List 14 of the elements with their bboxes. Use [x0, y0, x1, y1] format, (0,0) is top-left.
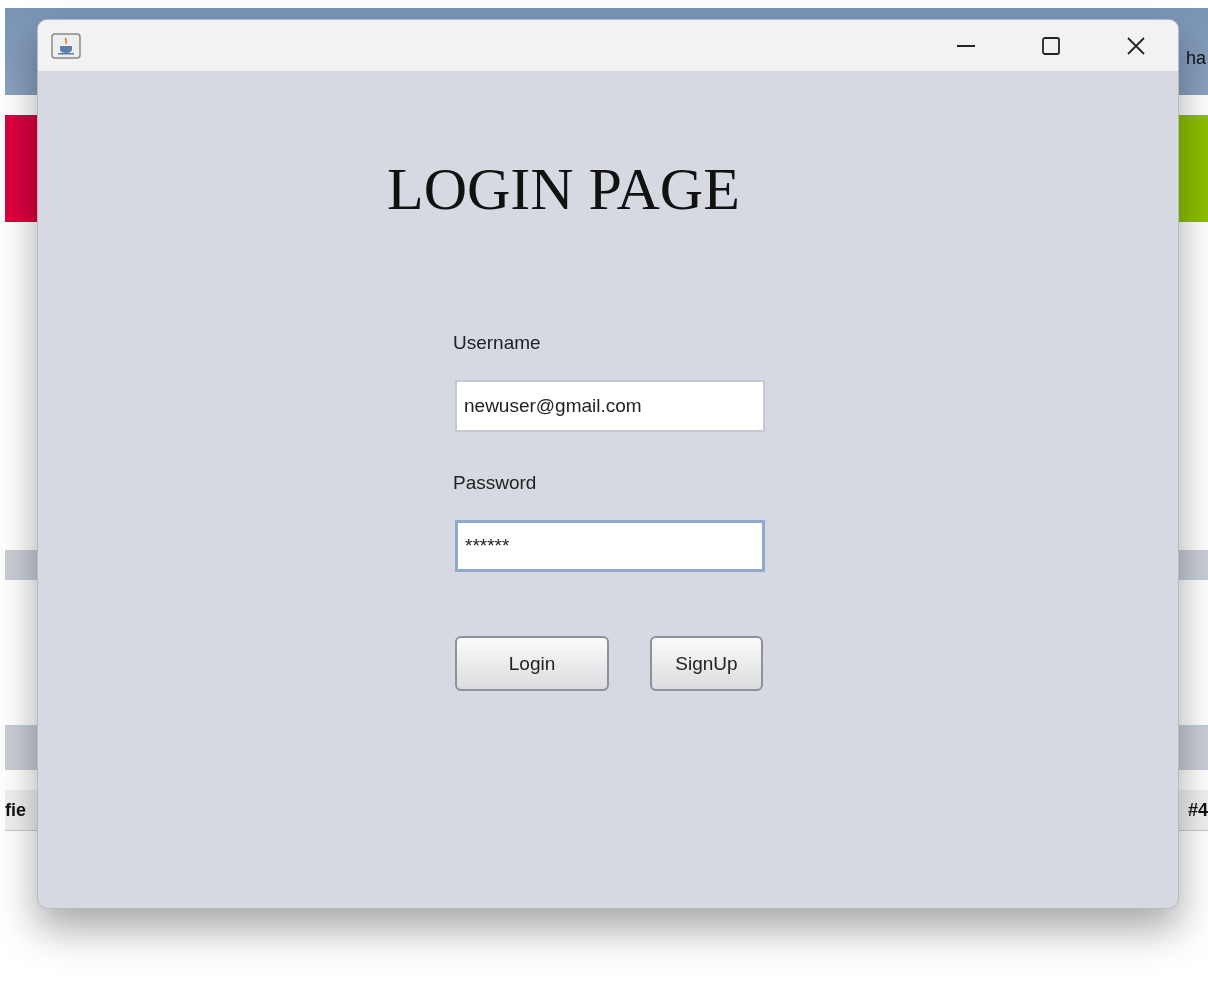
close-icon	[1126, 36, 1145, 55]
header-text: ha	[1185, 48, 1206, 69]
java-cup-icon	[51, 32, 81, 59]
input-field[interactable]: newuser@gmail.com	[455, 380, 765, 432]
field-label: Username	[453, 332, 541, 354]
maximize-icon	[1041, 36, 1060, 55]
table-cell: fie	[5, 799, 26, 821]
minimize-icon	[956, 44, 975, 47]
input-field[interactable]: ******	[455, 520, 765, 572]
table-cell: #4	[1187, 799, 1208, 821]
form-button[interactable]: Login	[455, 636, 609, 691]
page-heading: LOGIN PAGE	[387, 155, 740, 224]
field-label: Password	[453, 472, 537, 494]
form-button[interactable]: SignUp	[650, 636, 763, 691]
